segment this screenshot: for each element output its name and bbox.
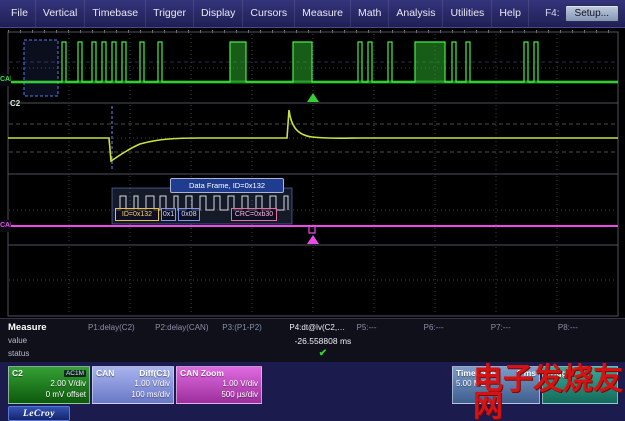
trigger-name: Trigger [546, 368, 575, 378]
decode-crc-field: CRC=0xb30 [231, 208, 277, 221]
measure-title: Measure [8, 322, 88, 333]
trigger-marker-green[interactable] [307, 93, 319, 102]
timebase-delay: 0 ms [517, 368, 536, 378]
can-zoom-name: CAN Zoom [180, 368, 224, 378]
channel-descriptor-c2[interactable]: C2 AC1M 2.00 V/div 0 mV offset [8, 366, 90, 404]
can-tdiv: 100 ms/div [93, 389, 173, 400]
f4-label: F4: [545, 8, 559, 19]
menu-item-timebase[interactable]: Timebase [85, 0, 146, 27]
measure-param-p2[interactable]: P2:delay(CAN) [155, 323, 222, 332]
can-source: Diff(C1) [139, 368, 170, 378]
menu-item-display[interactable]: Display [194, 0, 243, 27]
measure-value-row-label: value [8, 336, 88, 345]
measure-param-p7[interactable]: P7:--- [491, 323, 558, 332]
decode-id-field: ID=0x132 [115, 208, 159, 221]
measure-status-row: status ✔ [0, 347, 625, 360]
measure-header-row: Measure P1:delay(C2) P2:delay(CAN) P3:(P… [0, 321, 625, 334]
menu-item-math[interactable]: Math [351, 0, 389, 27]
measure-param-p3[interactable]: P3:(P1-P2) [222, 323, 289, 332]
channel-descriptor-can-zoom[interactable]: CAN Zoom 1.00 V/div 500 µs/div [176, 366, 262, 404]
menu-item-vertical[interactable]: Vertical [36, 0, 85, 27]
can-name: CAN [96, 368, 114, 378]
measure-status-row-label: status [8, 349, 88, 358]
c2-vdiv: 2.00 V/div [9, 378, 89, 389]
timebase-descriptor[interactable]: Timebase 0 ms 5.00 MS [452, 366, 540, 404]
channel-label-c2[interactable]: C2 [10, 99, 20, 108]
trigger-descriptor[interactable]: Trigger [542, 366, 618, 404]
trigger-marker-magenta[interactable] [307, 235, 319, 244]
waveform-display [0, 30, 625, 318]
menu-item-measure[interactable]: Measure [295, 0, 351, 27]
measure-param-p5[interactable]: P5:--- [357, 323, 424, 332]
measure-value-p4: -26.558808 ms [289, 336, 356, 346]
oscilloscope-screen: File Vertical Timebase Trigger Display C… [0, 0, 625, 421]
can-vdiv: 1.00 V/div [93, 378, 173, 389]
timebase-samples: 5.00 MS [453, 378, 539, 389]
decode-tooltip: Data Frame, ID=0x132 [170, 178, 284, 193]
menu-item-utilities[interactable]: Utilities [443, 0, 492, 27]
channel-tab-can[interactable]: CAN [0, 74, 11, 86]
menu-bar: File Vertical Timebase Trigger Display C… [0, 0, 625, 28]
c2-coupling-badge: AC1M [64, 370, 86, 377]
c2-offset: 0 mV offset [9, 389, 89, 400]
menu-item-trigger[interactable]: Trigger [146, 0, 194, 27]
menu-item-help[interactable]: Help [492, 0, 529, 27]
measure-param-p4[interactable]: P4:dt@lv(C2,… [289, 323, 356, 332]
measure-panel: Measure P1:delay(C2) P2:delay(CAN) P3:(P… [0, 318, 625, 362]
decode-data-field: 0x08 [178, 208, 200, 221]
measure-param-p6[interactable]: P6:--- [424, 323, 491, 332]
lecroy-logo: LeCroy [8, 406, 70, 421]
setup-button[interactable]: Setup... [565, 5, 619, 22]
menu-item-file[interactable]: File [4, 0, 36, 27]
can-zoom-vdiv: 1.00 V/div [177, 378, 261, 389]
timebase-name: Timebase [456, 368, 495, 378]
channel-descriptor-can[interactable]: CAN Diff(C1) 1.00 V/div 100 ms/div [92, 366, 174, 404]
measure-value-row: value -26.558808 ms [0, 334, 625, 347]
measure-status-p4: ✔ [289, 348, 356, 360]
measure-param-p1[interactable]: P1:delay(C2) [88, 323, 155, 332]
zoom-region-marker[interactable] [24, 40, 58, 96]
menu-item-analysis[interactable]: Analysis [389, 0, 443, 27]
channel-tab-can-zoom[interactable]: CAN [0, 220, 11, 232]
menu-item-cursors[interactable]: Cursors [243, 0, 295, 27]
measure-param-p8[interactable]: P8:--- [558, 323, 625, 332]
can-zoom-tdiv: 500 µs/div [177, 389, 261, 400]
decode-dlc-field: 0x1 [161, 208, 176, 221]
c2-name: C2 [12, 368, 23, 378]
trace-can-zoom-blip [309, 226, 315, 233]
